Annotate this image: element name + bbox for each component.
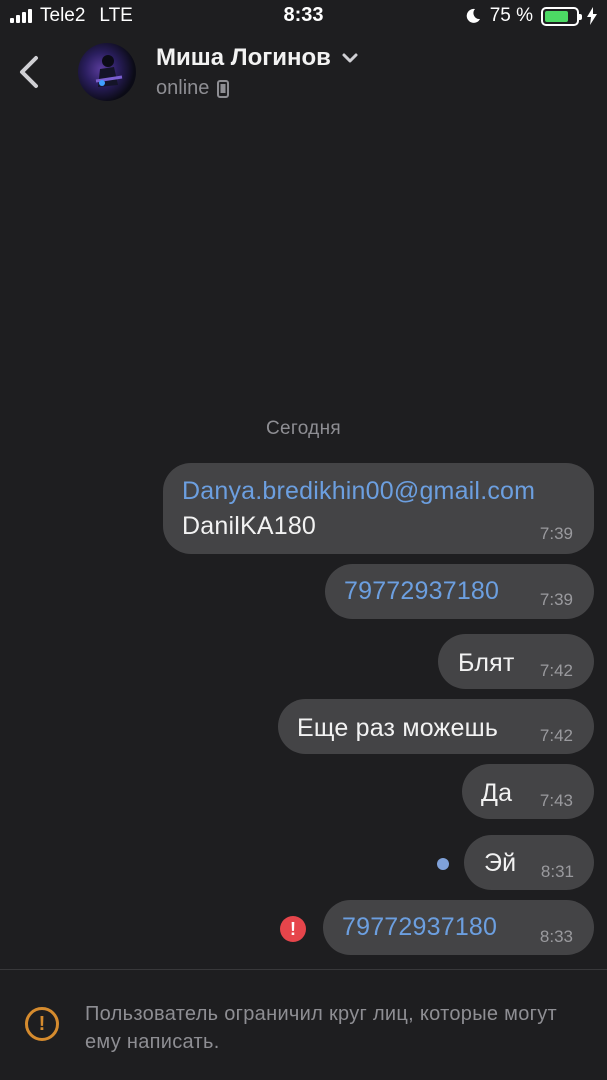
battery-percent: 75 % [489,5,533,26]
chat-screen: Tele2 LTE 8:33 75 % Миша Логинов online … [0,0,607,1080]
charging-icon [587,7,597,25]
warning-icon: ! [25,1007,59,1041]
message-time: 8:31 [540,862,574,881]
contact-name: Миша Логинов [156,44,331,71]
message-text: Эй [484,849,517,877]
message-time: 7:43 [539,791,573,810]
restriction-notice: Пользователь ограничил круг лиц, которые… [85,1003,557,1053]
back-icon[interactable] [14,52,44,92]
battery-icon [541,6,582,26]
message-bubble[interactable]: Эй 8:31 [464,835,594,890]
chat-header: Миша Логинов online [0,34,607,114]
message-time: 7:39 [539,524,573,543]
moon-icon [466,8,480,23]
chevron-down-icon [342,53,358,63]
message-bubble[interactable]: Danya.bredikhin00@gmail.com DanilKA180 7… [163,463,594,554]
message-text: Еще раз можешь [297,714,499,742]
contact-status: online [156,77,210,99]
message-text: Да [481,779,513,807]
message-time: 8:33 [539,927,573,946]
contact-status-row: online [156,77,230,100]
message-time: 7:39 [539,590,573,609]
email-link[interactable]: Danya.bredikhin00@gmail.com [182,477,535,506]
footer-divider [0,969,607,970]
message-text: DanilKA180 [182,512,317,540]
avatar-image [95,55,123,87]
contact-title-row[interactable]: Миша Логинов [156,44,359,72]
date-separator: Сегодня [266,418,341,439]
message-bubble[interactable]: Да 7:43 [462,764,594,819]
status-bar: Tele2 LTE 8:33 75 % [0,0,607,34]
phone-link[interactable]: 79772937180 [344,577,499,606]
mobile-device-icon [217,79,230,98]
message-time: 7:42 [539,661,573,680]
message-bubble[interactable]: 79772937180 7:39 [325,564,594,619]
message-text: Блят [458,649,515,677]
message-bubble[interactable]: Еще раз можешь 7:42 [278,699,594,754]
unread-indicator [437,858,449,870]
avatar[interactable] [78,43,136,101]
battery-fill [545,10,568,22]
message-time: 7:42 [539,726,573,745]
status-right: 75 % [464,5,597,27]
send-error-icon[interactable]: ! [280,916,306,942]
message-bubble[interactable]: 79772937180 8:33 [323,900,594,955]
phone-link[interactable]: 79772937180 [342,913,497,942]
message-bubble[interactable]: Блят 7:42 [438,634,594,689]
